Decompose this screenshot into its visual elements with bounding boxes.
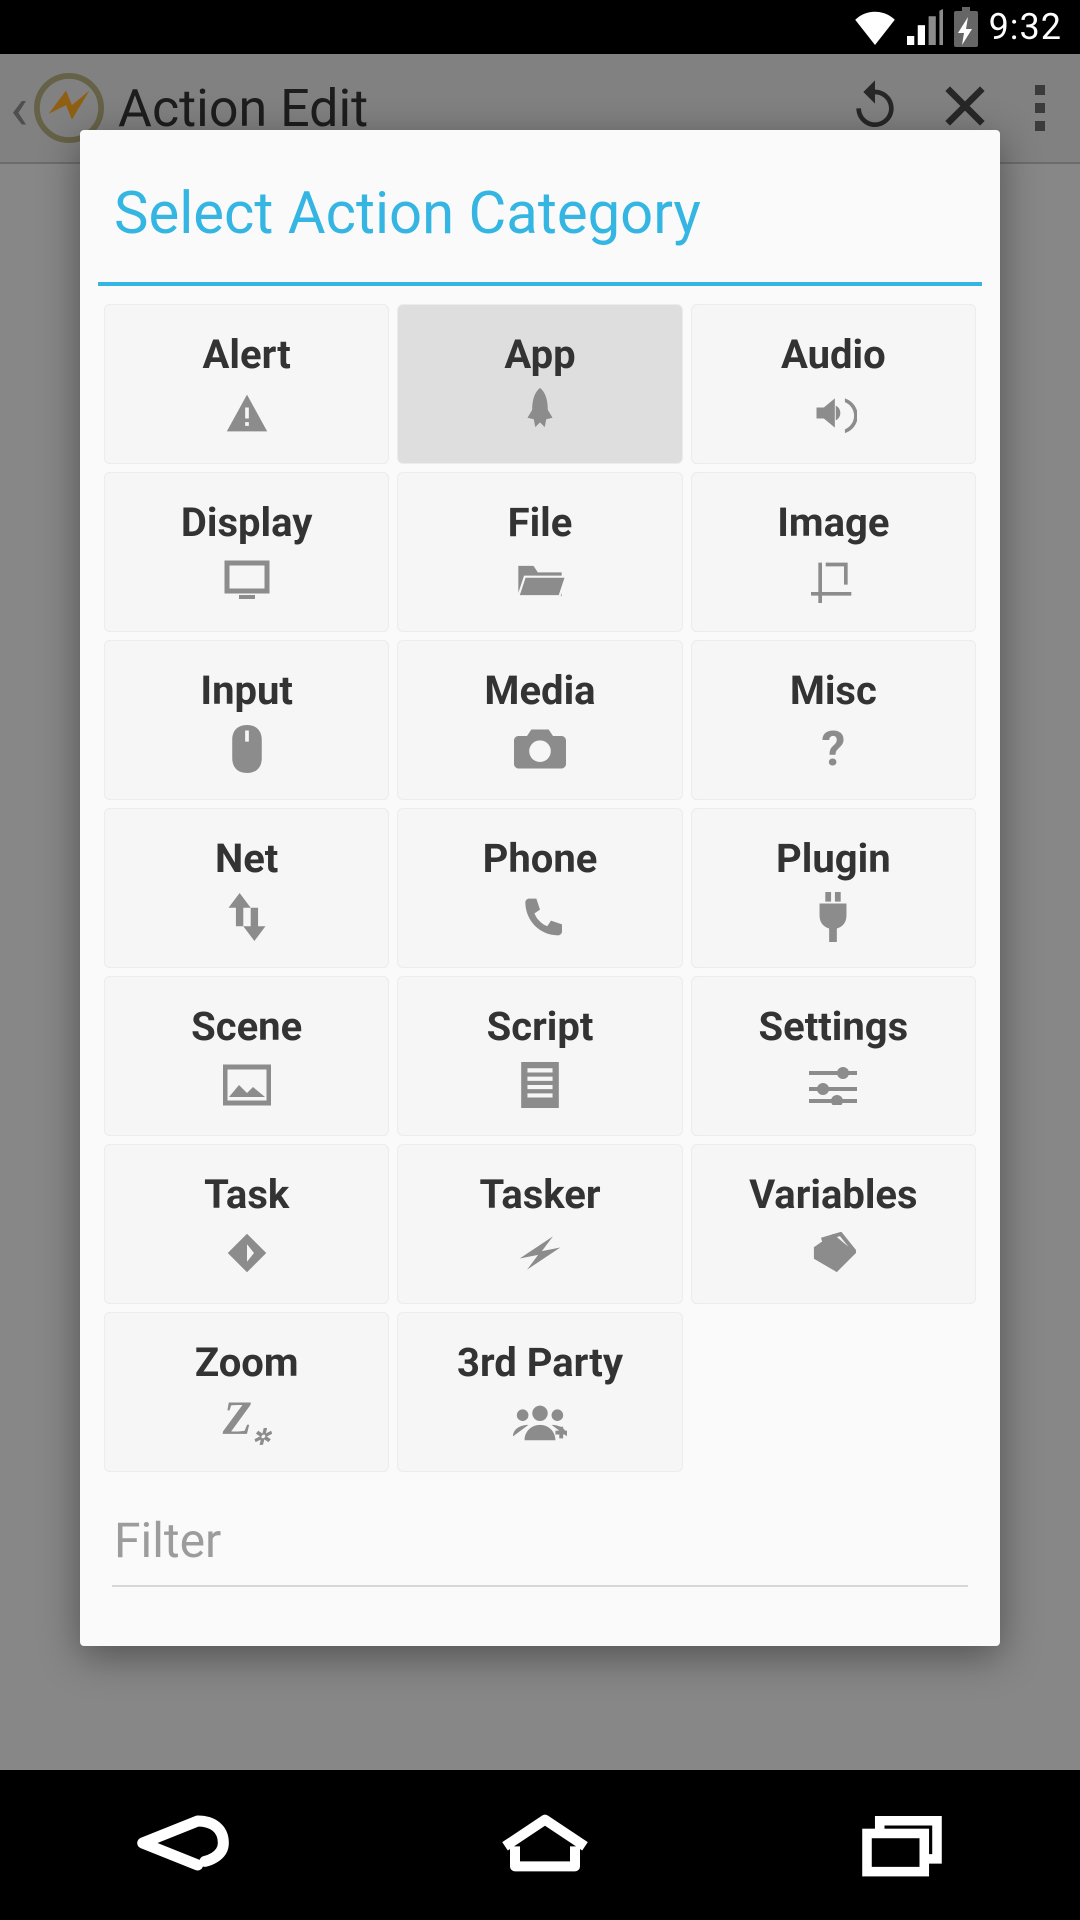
folder-icon [514,556,566,606]
diamond-icon [226,1228,268,1278]
category-script[interactable]: Script [397,976,682,1136]
category-label: Tasker [479,1171,600,1218]
category-zoom[interactable]: Zoom Z✲ [104,1312,389,1472]
battery-charging-icon [953,7,979,47]
tag-icon [810,1228,856,1278]
camera-icon [514,724,566,774]
nav-back-button[interactable] [128,1808,238,1882]
category-phone[interactable]: Phone [397,808,682,968]
crop-icon [811,556,855,606]
category-task[interactable]: Task [104,1144,389,1304]
zoom-icon: Z✲ [223,1396,271,1446]
signal-icon [907,9,943,45]
category-label: Settings [758,1003,908,1050]
phone-icon [518,892,562,942]
question-icon: ? [821,724,845,774]
category-label: Media [484,667,595,714]
monitor-icon [222,556,272,606]
category-file[interactable]: File [397,472,682,632]
category-image[interactable]: Image [691,472,976,632]
updown-icon [228,892,266,942]
system-navbar [0,1770,1080,1920]
group-icon [513,1396,567,1446]
category-audio[interactable]: Audio [691,304,976,464]
category-net[interactable]: Net [104,808,389,968]
category-variables[interactable]: Variables [691,1144,976,1304]
select-action-category-dialog: Select Action Category Alert App Audio Disp… [80,130,1000,1646]
status-bar: 9:32 [0,0,1080,54]
category-plugin[interactable]: Plugin [691,808,976,968]
alert-icon [225,388,269,438]
dialog-divider [98,282,982,286]
category-label: Variables [749,1171,918,1218]
category-label: Input [200,667,293,714]
category-label: Scene [191,1003,302,1050]
sliders-icon [809,1060,857,1110]
plug-icon [815,892,851,942]
category-label: Misc [790,667,877,714]
category-alert[interactable]: Alert [104,304,389,464]
category-label: Net [215,835,278,882]
category-label: Alert [203,331,291,378]
filter-row [98,1494,982,1587]
picture-icon [223,1060,271,1110]
category-label: Display [181,499,312,546]
category-label: App [504,331,575,378]
mouse-icon [230,724,264,774]
category-grid: Alert App Audio Display File Image Input Media M… [98,304,982,1472]
category-label: Zoom [195,1339,299,1386]
category-scene[interactable]: Scene [104,976,389,1136]
category-label: Script [487,1003,594,1050]
rocket-icon [521,388,559,438]
category-input[interactable]: Input [104,640,389,800]
category-3rd-party[interactable]: 3rd Party [397,1312,682,1472]
speaker-icon [809,388,857,438]
category-label: Phone [483,835,598,882]
category-misc[interactable]: Misc? [691,640,976,800]
filter-input[interactable] [112,1502,968,1587]
category-settings[interactable]: Settings [691,976,976,1136]
category-label: Image [777,499,889,546]
dialog-title: Select Action Category [98,130,982,282]
category-label: File [508,499,573,546]
status-clock: 9:32 [989,6,1062,48]
category-label: Plugin [776,835,891,882]
wifi-icon [853,9,897,45]
nav-recent-button[interactable] [852,1808,952,1882]
category-app[interactable]: App [397,304,682,464]
category-media[interactable]: Media [397,640,682,800]
nav-home-button[interactable] [495,1808,595,1882]
category-display[interactable]: Display [104,472,389,632]
category-label: 3rd Party [457,1339,623,1386]
category-label: Task [204,1171,289,1218]
bolt-icon [516,1228,564,1278]
category-tasker[interactable]: Tasker [397,1144,682,1304]
document-icon [521,1060,559,1110]
category-label: Audio [781,331,886,378]
